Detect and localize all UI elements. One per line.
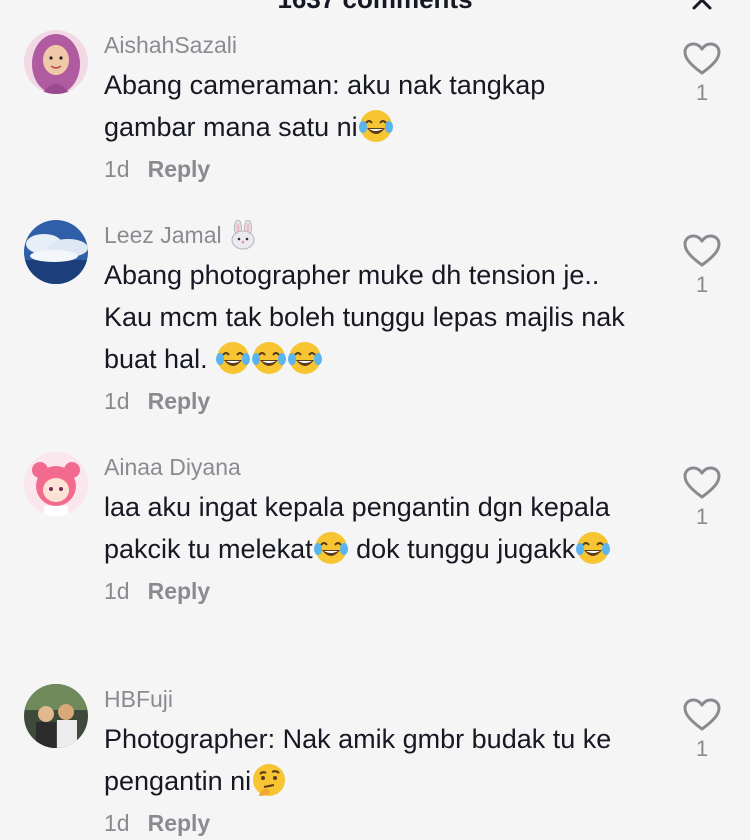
face-with-tears-of-joy-icon — [252, 342, 287, 374]
avatar[interactable] — [24, 30, 88, 94]
close-icon[interactable] — [688, 0, 716, 14]
comment-username[interactable]: HBFuji — [104, 684, 644, 714]
comment-time: 1d — [104, 578, 130, 604]
comment-meta: 1d Reply — [104, 574, 644, 608]
comment-body: Ainaa Diyana laa aku ingat kepala pengan… — [104, 452, 644, 608]
comment-time: 1d — [104, 388, 130, 414]
comment-text-content: Photographer: Nak amik gmbr budak tu ke … — [104, 724, 612, 796]
comment-time: 1d — [104, 156, 130, 182]
heart-icon[interactable] — [683, 698, 721, 732]
reply-button[interactable]: Reply — [148, 156, 211, 182]
face-with-tears-of-joy-icon — [216, 342, 251, 374]
comment-meta: 1d Reply — [104, 152, 644, 186]
reply-button[interactable]: Reply — [148, 578, 211, 604]
heart-icon[interactable] — [683, 466, 721, 500]
comment-username[interactable]: Ainaa Diyana — [104, 452, 644, 482]
comment-username[interactable]: AishahSazali — [104, 30, 644, 60]
like-count: 1 — [695, 272, 709, 297]
comment-text: Abang photographer muke dh tension je.. … — [104, 254, 644, 380]
comment-body: HBFuji Photographer: Nak amik gmbr budak… — [104, 684, 644, 840]
like-button[interactable]: 1 — [682, 698, 722, 762]
comment-time: 1d — [104, 810, 130, 836]
comment-item: AishahSazali Abang cameraman: aku nak ta… — [0, 30, 750, 200]
comment-username[interactable]: Leez Jamal — [104, 219, 644, 250]
comments-header: 1637 comments — [0, 0, 750, 14]
comment-text: Photographer: Nak amik gmbr budak tu ke … — [104, 718, 644, 802]
username-text: Leez Jamal — [104, 222, 222, 248]
heart-icon[interactable] — [683, 234, 721, 268]
face-with-tears-of-joy-icon — [358, 110, 393, 142]
rabbit-face-icon — [231, 219, 255, 250]
comment-text-content: dok tunggu jugakk — [348, 534, 576, 564]
comment-meta: 1d Reply — [104, 806, 644, 840]
like-count: 1 — [695, 736, 709, 761]
avatar[interactable] — [24, 452, 88, 516]
like-count: 1 — [695, 80, 709, 105]
comments-count-title: 1637 comments — [0, 0, 750, 14]
comment-text: laa aku ingat kepala pengantin dgn kepal… — [104, 486, 644, 570]
like-count: 1 — [695, 504, 709, 529]
face-with-tears-of-joy-icon — [576, 532, 611, 564]
like-button[interactable]: 1 — [682, 42, 722, 106]
comment-text-content: Abang photographer muke dh tension je.. … — [104, 260, 625, 374]
comment-meta: 1d Reply — [104, 384, 644, 418]
comment-body: Leez Jamal Abang photographer muke dh te… — [104, 219, 644, 418]
comment-text: Abang cameraman: aku nak tangkap gambar … — [104, 64, 644, 148]
reply-button[interactable]: Reply — [148, 388, 211, 414]
comment-item: HBFuji Photographer: Nak amik gmbr budak… — [0, 684, 750, 836]
avatar[interactable] — [24, 684, 88, 748]
face-with-tears-of-joy-icon — [313, 532, 348, 564]
avatar[interactable] — [24, 220, 88, 284]
reply-button[interactable]: Reply — [148, 810, 211, 836]
like-button[interactable]: 1 — [682, 466, 722, 530]
comment-text-content: Abang cameraman: aku nak tangkap gambar … — [104, 70, 546, 142]
like-button[interactable]: 1 — [682, 234, 722, 298]
face-with-tears-of-joy-icon — [288, 342, 323, 374]
thinking-face-icon — [253, 764, 286, 796]
comment-item: Leez Jamal Abang photographer muke dh te… — [0, 219, 750, 430]
comment-body: AishahSazali Abang cameraman: aku nak ta… — [104, 30, 644, 186]
comment-item: Ainaa Diyana laa aku ingat kepala pengan… — [0, 452, 750, 662]
heart-icon[interactable] — [683, 42, 721, 76]
